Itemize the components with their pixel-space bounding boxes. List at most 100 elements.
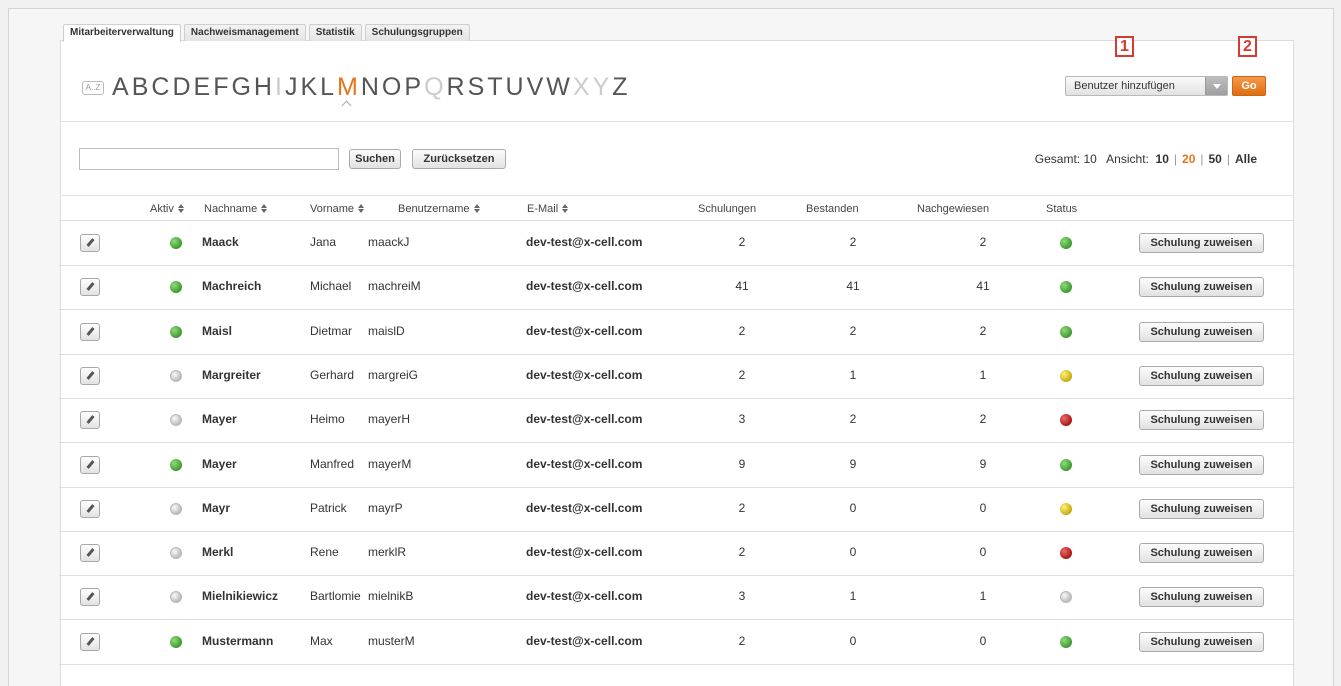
letter-b[interactable]: B: [132, 72, 149, 102]
assign-training-button[interactable]: Schulung zuweisen: [1139, 321, 1264, 342]
letter-j[interactable]: J: [285, 72, 298, 102]
search-button[interactable]: Suchen: [349, 149, 401, 169]
column-header-benutzername[interactable]: Benutzername: [398, 203, 481, 215]
status-indicator-icon: [1060, 281, 1072, 294]
edit-icon[interactable]: [80, 455, 100, 474]
edit-icon[interactable]: [80, 632, 100, 651]
proven-cell: 2: [979, 235, 987, 249]
first-name-cell: Heimo: [310, 412, 345, 427]
letter-v[interactable]: V: [527, 72, 544, 102]
letter-f[interactable]: F: [213, 72, 228, 102]
letter-w[interactable]: W: [546, 72, 570, 102]
pagination: Gesamt: 10 Ansicht: 10 | 20 | 50 | Alle: [1035, 152, 1257, 166]
edit-icon[interactable]: [80, 588, 100, 607]
edit-icon[interactable]: [80, 499, 100, 518]
letter-k[interactable]: K: [300, 72, 317, 102]
assign-training-button[interactable]: Schulung zuweisen: [1139, 587, 1264, 608]
letter-m[interactable]: M: [337, 72, 358, 111]
assign-training-button[interactable]: Schulung zuweisen: [1139, 543, 1264, 564]
page-size-20[interactable]: 20: [1182, 152, 1195, 166]
letter-u[interactable]: U: [506, 72, 524, 102]
table-row: Mielnikiewicz Bartlomie mielnikB dev-test@x…: [60, 575, 1294, 619]
last-name-cell: Margreiter: [202, 367, 261, 382]
chevron-down-icon[interactable]: [1205, 77, 1227, 95]
tab-schulungsgruppen[interactable]: Schulungsgruppen: [364, 24, 470, 41]
sort-icon[interactable]: [562, 204, 569, 213]
courses-cell: 9: [738, 456, 746, 471]
column-header-label: E-Mail: [527, 203, 559, 215]
page-size-10[interactable]: 10: [1156, 152, 1169, 166]
assign-training-button[interactable]: Schulung zuweisen: [1139, 365, 1264, 386]
assign-training-button[interactable]: Schulung zuweisen: [1139, 277, 1264, 298]
pager-separator: |: [1173, 152, 1178, 166]
assign-training-button[interactable]: Schulung zuweisen: [1139, 410, 1264, 431]
tab-nachweismanagement[interactable]: Nachweismanagement: [183, 24, 306, 41]
letter-l[interactable]: L: [320, 72, 334, 102]
assign-training-button[interactable]: Schulung zuweisen: [1139, 454, 1264, 475]
first-name-cell: Bartlomie: [310, 589, 361, 604]
letter-a[interactable]: A: [112, 72, 129, 102]
first-name-cell: Rene: [310, 545, 339, 560]
column-header-aktiv[interactable]: Aktiv: [150, 203, 185, 215]
proven-cell: 41: [976, 279, 990, 294]
status-indicator-icon: [1060, 414, 1072, 427]
table-row: Maisl Dietmar maislD dev-test@x-cell.com 2 2 2…: [60, 310, 1294, 354]
column-header-e-mail[interactable]: E-Mail: [527, 203, 569, 215]
edit-icon[interactable]: [80, 366, 100, 385]
passed-cell: 1: [849, 589, 857, 604]
letter-n[interactable]: N: [361, 72, 379, 102]
view-label: Ansicht:: [1106, 152, 1149, 166]
letter-s[interactable]: S: [468, 72, 485, 102]
proven-cell: 9: [979, 456, 987, 471]
sort-icon[interactable]: [177, 204, 185, 213]
letter-r[interactable]: R: [447, 72, 465, 102]
row-divider: [59, 663, 1295, 665]
letter-g[interactable]: G: [231, 72, 250, 102]
letter-z[interactable]: Z: [612, 72, 627, 102]
letter-h[interactable]: H: [254, 72, 272, 102]
letter-d[interactable]: D: [172, 72, 190, 102]
sort-icon[interactable]: [473, 204, 481, 213]
edit-icon[interactable]: [80, 322, 100, 341]
letter-p[interactable]: P: [404, 72, 421, 102]
passed-cell: 1: [849, 367, 857, 382]
column-header-label: Aktiv: [150, 203, 174, 215]
edit-icon[interactable]: [80, 411, 100, 430]
edit-icon[interactable]: [80, 278, 100, 297]
letter-o[interactable]: O: [382, 72, 401, 102]
username-cell: machreiM: [368, 279, 421, 294]
page-size-50[interactable]: 50: [1209, 152, 1222, 166]
total-label: Gesamt:: [1034, 152, 1081, 166]
sort-icon[interactable]: [261, 204, 268, 213]
tab-statistik[interactable]: Statistik: [308, 24, 362, 41]
letter-e[interactable]: E: [194, 72, 211, 102]
assign-training-button[interactable]: Schulung zuweisen: [1139, 233, 1264, 253]
column-header-label: Nachgewiesen: [917, 203, 990, 215]
column-header-vorname[interactable]: Vorname: [310, 203, 365, 215]
email-cell: dev-test@x-cell.com: [526, 545, 643, 560]
passed-cell: 0: [849, 545, 857, 560]
edit-icon[interactable]: [80, 544, 100, 563]
table-row: Mayr Patrick mayrP dev-test@x-cell.com 2 0 0 Sc…: [60, 487, 1294, 531]
table-row: Margreiter Gerhard margreiG dev-test@x-cell…: [60, 354, 1294, 398]
reset-button[interactable]: Zurücksetzen: [412, 149, 506, 169]
letter-t[interactable]: T: [487, 72, 502, 102]
assign-training-button[interactable]: Schulung zuweisen: [1139, 498, 1264, 519]
tab-mitarbeiterverwaltung[interactable]: Mitarbeiterverwaltung: [63, 24, 181, 42]
search-input[interactable]: [79, 148, 339, 170]
column-header-nachname[interactable]: Nachname: [204, 203, 268, 215]
az-sort-icon[interactable]: A..Z: [82, 81, 104, 95]
add-user-select[interactable]: Benutzer hinzufügen: [1065, 76, 1228, 96]
edit-icon[interactable]: [80, 234, 100, 252]
page-size-alle[interactable]: Alle: [1235, 152, 1257, 166]
letter-y: Y: [592, 73, 610, 101]
status-indicator-icon: [1060, 325, 1072, 338]
column-header-label: Benutzername: [398, 203, 470, 215]
last-name-cell: Maack: [202, 235, 239, 249]
column-header-schulungen: Schulungen: [698, 203, 756, 215]
courses-cell: 3: [738, 589, 746, 604]
go-button[interactable]: Go: [1232, 76, 1266, 96]
assign-training-button[interactable]: Schulung zuweisen: [1139, 631, 1264, 652]
sort-icon[interactable]: [358, 204, 365, 213]
letter-c[interactable]: C: [151, 72, 169, 102]
